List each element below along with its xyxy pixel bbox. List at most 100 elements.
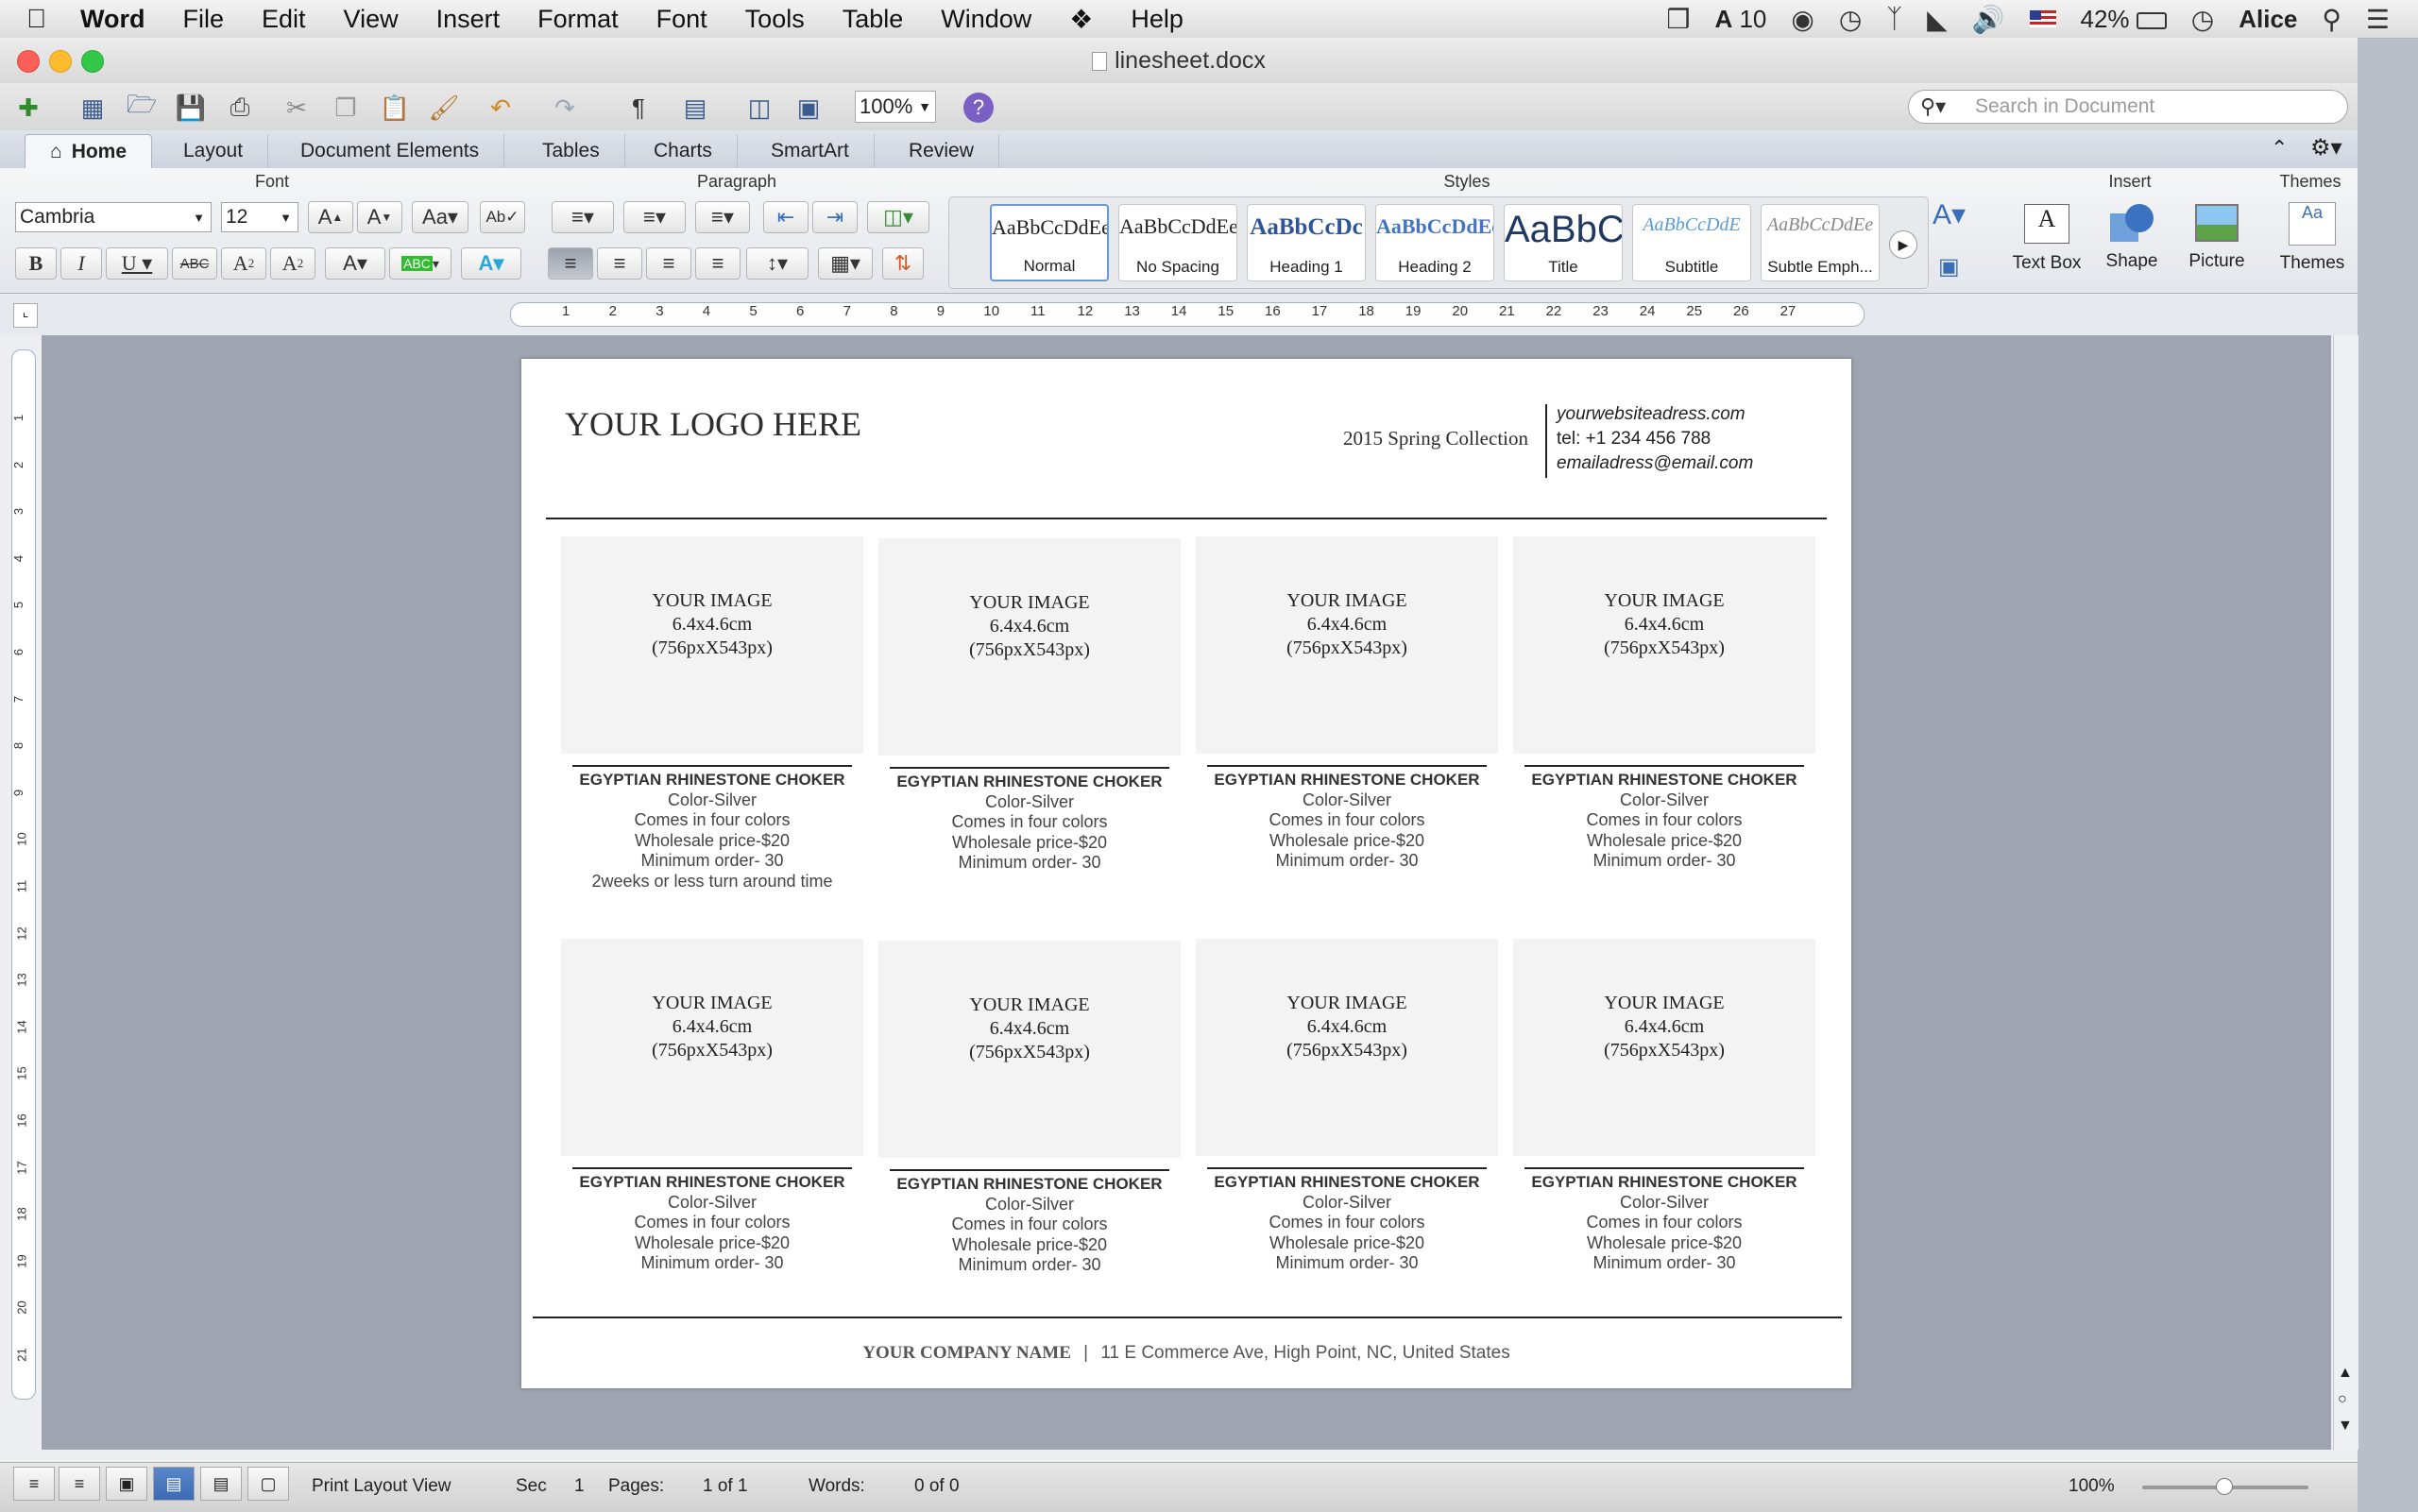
image-placeholder[interactable]: YOUR IMAGE 6.4x4.6cm (756pxX543px) [1196,939,1498,1156]
ribbon-settings-icon[interactable]: ⚙▾ [2310,134,2342,161]
menu-insert[interactable]: Insert [436,5,501,34]
themes-button[interactable]: Aa Themes [2273,198,2352,274]
tab-layout[interactable]: Layout [159,134,269,168]
new-document-icon[interactable]: ✚ [11,91,45,125]
align-right-icon[interactable]: ≡ [646,247,691,280]
menu-format[interactable]: Format [537,5,619,34]
save-icon[interactable]: 💾 [174,91,208,125]
menu-font[interactable]: Font [656,5,707,34]
evernote-icon[interactable]: ◉ [1791,4,1814,35]
styles-next-icon[interactable]: ▶ [1889,230,1917,259]
font-color-icon[interactable]: A▾ [325,247,385,280]
time-machine-icon[interactable]: ◷ [1839,4,1862,35]
menu-tools[interactable]: Tools [745,5,805,34]
font-size-select[interactable]: 12 ▼ [221,202,298,232]
style-normal[interactable]: AaBbCcDdEe Normal [990,204,1109,281]
menu-edit[interactable]: Edit [262,5,306,34]
apple-menu-icon[interactable]:  [26,4,46,34]
clock-icon[interactable]: ◷ [2191,4,2214,35]
columns-icon[interactable]: ◫▾ [867,201,929,233]
tab-tables[interactable]: Tables [518,134,625,168]
horizontal-ruler[interactable]: 1 2 3 4 5 6 7 8 9 10 11 12 13 14 15 16 17 18 19 20 21 22 23 24 2… [510,302,1865,327]
tab-home[interactable]: ⌂ Home [25,134,153,169]
zoom-slider-thumb[interactable] [2216,1478,2233,1495]
increase-indent-icon[interactable]: ⇥ [812,201,858,233]
cut-icon[interactable]: ✂ [280,91,314,125]
format-painter-icon[interactable]: 🖌 [427,91,461,125]
browse-object-icon[interactable]: ○ [2338,1391,2347,1408]
notebook-layout-icon[interactable]: ▤ [200,1467,242,1501]
dropbox-icon[interactable]: ❒ [1666,4,1690,35]
styles-pane-icon[interactable]: ▣ [1938,253,1960,280]
insert-shape-button[interactable]: Shape [2093,198,2171,272]
menu-window[interactable]: Window [941,5,1031,34]
style-title[interactable]: AaBbC Title [1504,204,1623,281]
style-heading-1[interactable]: AaBbCcDc Heading 1 [1247,204,1366,281]
bluetooth-icon[interactable]: ᛉ [1886,4,1902,34]
justify-icon[interactable]: ≡ [695,247,741,280]
copy-icon[interactable]: ❐ [329,91,363,125]
image-placeholder[interactable]: YOUR IMAGE 6.4x4.6cm (756pxX543px) [561,536,863,754]
italic-icon[interactable]: I [60,247,102,280]
image-placeholder[interactable]: YOUR IMAGE 6.4x4.6cm (756pxX543px) [561,939,863,1156]
image-placeholder[interactable]: YOUR IMAGE 6.4x4.6cm (756pxX543px) [1513,939,1815,1156]
insert-text-box-button[interactable]: A Text Box [2008,198,2086,274]
decrease-indent-icon[interactable]: ⇤ [763,201,809,233]
sidebar-icon[interactable]: ◫ [742,91,776,125]
document-page[interactable]: YOUR LOGO HERE 2015 Spring Collection yo… [521,359,1851,1388]
undo-icon[interactable]: ↶ [484,91,518,125]
borders-icon[interactable]: ▦▾ [818,247,873,280]
insert-picture-button[interactable]: Picture [2178,198,2256,272]
adobe-status[interactable]: A 10 [1714,5,1766,34]
vertical-scrollbar[interactable]: ▲ ○ ▼ [2333,335,2358,1450]
open-folder-icon[interactable]: 🗁 [125,90,159,125]
draft-view-icon[interactable]: ≡ [13,1467,55,1501]
manage-styles-icon[interactable]: A▾ [1933,198,1966,231]
menu-view[interactable]: View [344,5,399,34]
tab-charts[interactable]: Charts [629,134,738,168]
tab-selector-icon[interactable]: ⌞ [13,303,38,328]
style-no-spacing[interactable]: AaBbCcDdEe No Spacing [1118,204,1237,281]
notification-center-icon[interactable]: ☰ [2366,4,2390,35]
image-placeholder[interactable]: YOUR IMAGE 6.4x4.6cm (756pxX543px) [878,941,1181,1158]
tab-smartart[interactable]: SmartArt [746,134,875,168]
align-left-icon[interactable]: ≡ [548,247,593,280]
superscript-icon[interactable]: A2 [221,247,266,280]
shrink-font-icon[interactable]: A ▼ [357,201,402,233]
publishing-layout-icon[interactable]: ▣ [106,1467,147,1501]
numbering-icon[interactable]: ≡▾ [623,201,686,233]
help-icon[interactable]: ? [963,93,994,123]
show-formatting-icon[interactable]: ¶ [622,91,656,125]
line-spacing-icon[interactable]: ↕▾ [746,247,809,280]
spotlight-icon[interactable]: ⚲ [2322,4,2341,35]
outline-view-icon[interactable]: ≡ [59,1467,100,1501]
image-placeholder[interactable]: YOUR IMAGE 6.4x4.6cm (756pxX543px) [1513,536,1815,754]
bold-icon[interactable]: B [15,247,57,280]
battery-status[interactable]: 42% [2081,5,2167,34]
grow-font-icon[interactable]: A ▲ [308,201,353,233]
underline-icon[interactable]: U ▾ [106,247,168,280]
menu-app-name[interactable]: Word [80,5,145,34]
image-placeholder[interactable]: YOUR IMAGE 6.4x4.6cm (756pxX543px) [878,538,1181,756]
bullets-icon[interactable]: ≡▾ [552,201,614,233]
menu-file[interactable]: File [183,5,225,34]
multilevel-list-icon[interactable]: ≡▾ [695,201,750,233]
script-menu-icon[interactable]: ❖ [1069,4,1093,35]
highlight-icon[interactable]: ABC ▾ [389,247,451,280]
search-input[interactable]: ⚲▾ Search in Document [1908,90,2348,124]
style-heading-2[interactable]: AaBbCcDdEe Heading 2 [1375,204,1494,281]
wifi-icon[interactable]: ◣ [1927,4,1948,35]
user-name[interactable]: Alice [2239,5,2297,34]
collapse-ribbon-icon[interactable]: ⌃ [2271,136,2288,161]
media-browser-icon[interactable]: ▣ [792,91,826,125]
text-effects-icon[interactable]: A▾ [461,247,521,280]
strikethrough-icon[interactable]: ABC [172,247,217,280]
style-subtitle[interactable]: AaBbCcDdE Subtitle [1632,204,1751,281]
style-subtle-emphasis[interactable]: AaBbCcDdEe Subtle Emph... [1761,204,1880,281]
redo-icon[interactable]: ↷ [548,91,582,125]
focus-view-icon[interactable]: ▢ [247,1467,289,1501]
align-center-icon[interactable]: ≡ [597,247,642,280]
change-case-icon[interactable]: Aa▾ [412,201,468,233]
subscript-icon[interactable]: A2 [270,247,315,280]
vertical-ruler[interactable]: 1 2 3 4 5 6 7 8 9 10 11 12 13 14 15 16 17 18 19 20 21 [11,349,36,1400]
